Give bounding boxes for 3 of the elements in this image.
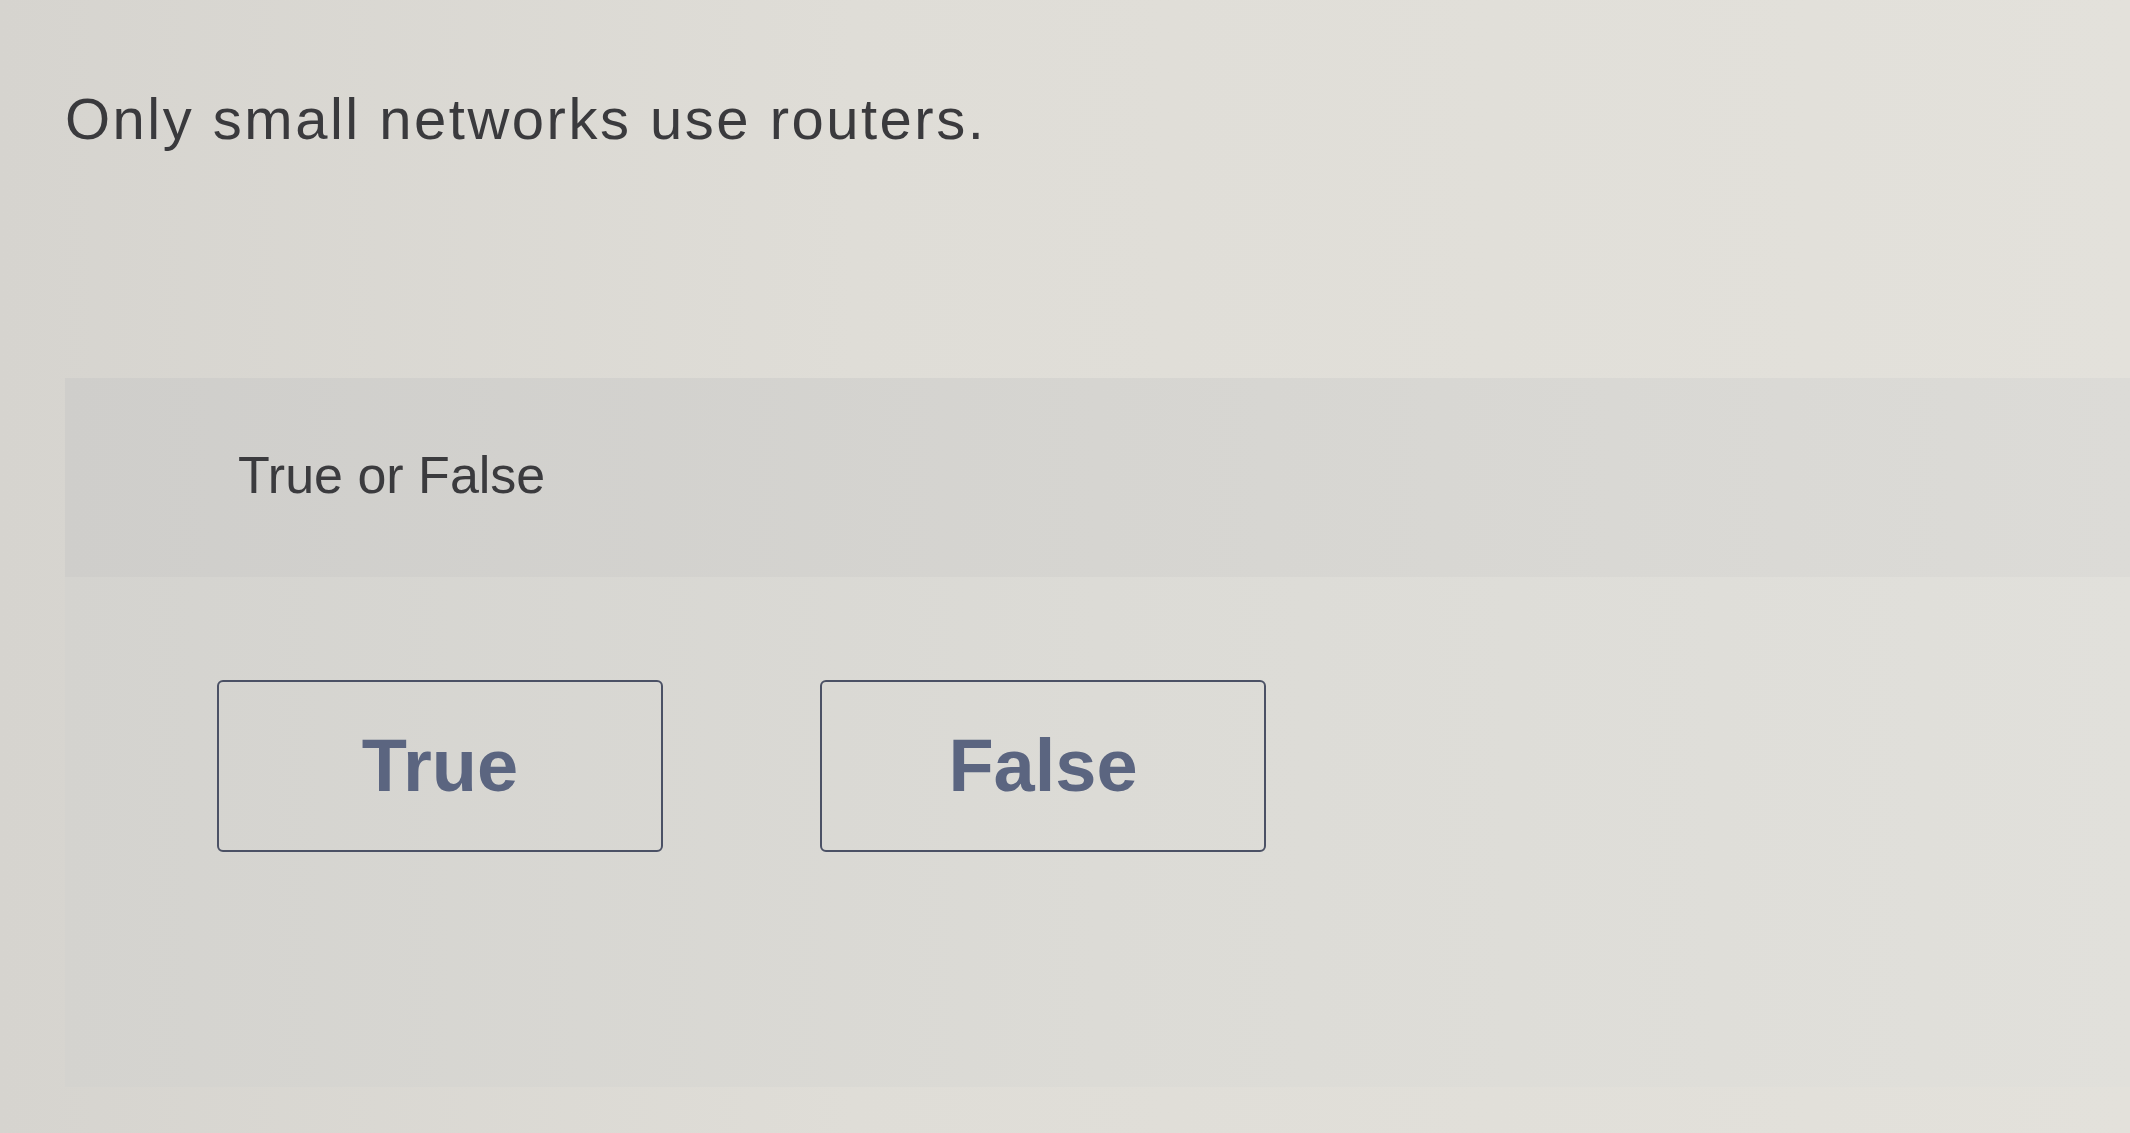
answer-option-button[interactable]: True	[217, 680, 663, 852]
answer-type-label: True or False	[238, 449, 546, 501]
answer-option-button[interactable]: False	[820, 680, 1266, 852]
